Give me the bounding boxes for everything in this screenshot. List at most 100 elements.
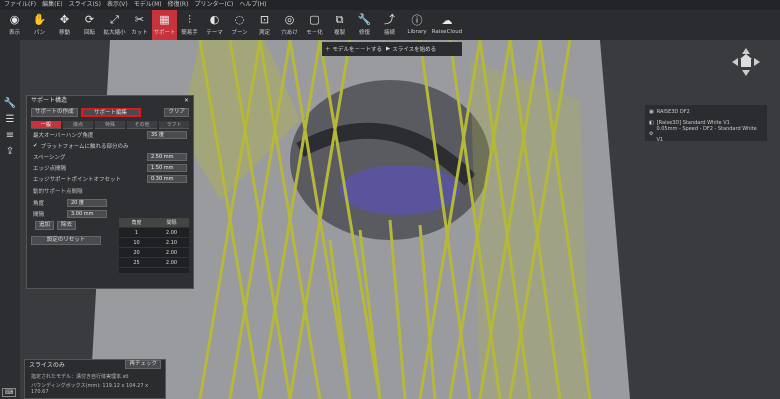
printer-row[interactable]: ▣ RAISE3D DF2 xyxy=(649,107,763,118)
toolbar-measure-button[interactable]: ⊡ 測定 xyxy=(252,10,277,40)
boom-icon: ◌ xyxy=(234,13,245,26)
menu-item[interactable]: プリンター(C) xyxy=(194,0,233,10)
clear-button[interactable]: クリア xyxy=(164,108,189,117)
toolbar-copy-button[interactable]: ⧉ 複製 xyxy=(327,10,352,40)
create-support-button[interactable]: サポートの作成 xyxy=(31,108,78,117)
tab-0[interactable]: 一般 xyxy=(31,121,61,129)
menu-item[interactable]: ファイル(F) xyxy=(4,0,36,10)
toolbar-rotate-button[interactable]: ⟳ 回転 xyxy=(77,10,102,40)
add-model-button[interactable]: ＋モデルを－－トする xyxy=(325,45,382,53)
toolbar-label: ブーン xyxy=(231,30,248,36)
hole-icon: ◎ xyxy=(284,13,295,26)
toolbar-repair-button[interactable]: 🔧 修復 xyxy=(352,10,377,40)
spacing-input[interactable]: 2.50 mm xyxy=(147,152,187,161)
support-panel: サポート構造 ✕ サポートの作成 サポート編集 クリア 一般 接点 特殊 その他 ラフト … xyxy=(26,95,194,289)
angle-field: 角度 20 度 xyxy=(27,197,113,208)
toolbar-cloud-button[interactable]: ☁ RaiseCloud xyxy=(431,10,463,40)
view-navigator[interactable] xyxy=(730,46,762,78)
toolbar-link-button[interactable]: ⤴ 接続 xyxy=(377,10,402,40)
start-slice-button[interactable]: ▶ スライスを始める xyxy=(386,45,436,53)
table-row[interactable]: 10 2.10 xyxy=(119,238,189,248)
toolbar-hand-button[interactable]: ✋ パン xyxy=(27,10,52,40)
menu-item[interactable]: モデル(M) xyxy=(134,0,162,10)
menu-item[interactable]: ヘルプ(H) xyxy=(239,0,266,10)
nav-right-icon xyxy=(754,58,760,66)
toolbar-move-button[interactable]: ✥ 移動 xyxy=(52,10,77,40)
table-row[interactable]: 25 2.00 xyxy=(119,258,189,268)
tab-2[interactable]: 特殊 xyxy=(95,121,125,129)
toolbar-support-button[interactable]: ▦ サポート xyxy=(152,10,177,40)
list-icon[interactable]: ☰ xyxy=(0,111,20,127)
toolbar-library-button[interactable]: ⓘ Library xyxy=(402,10,432,40)
toolbar-eye-button[interactable]: ◉ 表示 xyxy=(2,10,27,40)
plus-icon: ＋ xyxy=(325,47,331,53)
rotate-icon: ⟳ xyxy=(84,13,95,26)
tab-4[interactable]: ラフト xyxy=(159,121,189,129)
menu-item[interactable]: 修復(R) xyxy=(168,0,189,10)
toolbar-scale-button[interactable]: ⤢ 拡大縮小 xyxy=(102,10,127,40)
table-row[interactable]: 20 2.00 xyxy=(119,248,189,258)
printer-icon: ▣ xyxy=(649,109,654,115)
adjust-icon: ⫶ xyxy=(188,13,191,26)
tab-3[interactable]: その他 xyxy=(127,121,157,129)
tab-1[interactable]: 接点 xyxy=(63,121,93,129)
theme-icon: ◐ xyxy=(209,13,220,26)
toolbar-model-button[interactable]: ▢ モ－化 xyxy=(302,10,327,40)
toolbar-hole-button[interactable]: ◎ 穴あけ xyxy=(277,10,302,40)
keyboard-icon[interactable]: ⌨ xyxy=(2,388,16,397)
menu-item[interactable]: 表示(V) xyxy=(107,0,128,10)
toolbar-label: Library xyxy=(407,29,427,35)
toolbar-label: カット xyxy=(131,30,148,36)
reset-settings-button[interactable]: 設定のリセット xyxy=(31,236,101,245)
nav-down-icon xyxy=(742,70,750,76)
toolbar-label: RaiseCloud xyxy=(431,29,463,35)
toolbar-label: 接続 xyxy=(383,30,395,36)
table-row[interactable]: 1 2.00 xyxy=(119,228,189,238)
left-sidebar: 🔧 ☰ ≡ ⇪ xyxy=(0,40,20,399)
play-icon: ▶ xyxy=(386,46,391,52)
toolbar-label: モ－化 xyxy=(306,30,323,36)
panel-title: サポート構造 ✕ xyxy=(31,96,189,106)
overhang-input[interactable]: 35 度 xyxy=(147,130,187,139)
menu-item[interactable]: スライス(S) xyxy=(69,0,101,10)
toolbar-boom-button[interactable]: ◌ ブーン xyxy=(227,10,252,40)
close-icon[interactable]: ✕ xyxy=(184,96,189,106)
toolbar-label: パン xyxy=(33,30,46,36)
nav-up-icon xyxy=(742,48,750,54)
export-icon[interactable]: ⇪ xyxy=(0,143,20,159)
angle-input[interactable]: 20 度 xyxy=(67,198,107,207)
model-icon: ▢ xyxy=(309,13,320,26)
recheck-button[interactable]: 再チェック xyxy=(125,360,161,369)
interval-input[interactable]: 3.00 mm xyxy=(67,209,107,218)
scale-icon: ⤢ xyxy=(110,13,119,26)
library-icon: ⓘ xyxy=(411,14,423,27)
wrench-icon[interactable]: 🔧 xyxy=(0,95,20,111)
profile-row[interactable]: ⚙ 0.05mm - Speed - DF2 - Standard White V… xyxy=(649,126,763,143)
edge-input[interactable]: 1.50 mm xyxy=(147,163,187,172)
table-cell: 2.10 xyxy=(154,238,189,248)
toolbar-label: サポート xyxy=(153,30,176,36)
menu-item[interactable]: 編集(E) xyxy=(42,0,62,10)
toolbar-label: テーマ xyxy=(206,30,223,36)
offset-input[interactable]: 0.30 mm xyxy=(147,174,187,183)
toolbar-label: 修復 xyxy=(358,30,370,36)
settings-list-icon[interactable]: ≡ xyxy=(0,127,20,143)
overhang-field: 最大オーバーハング角度 35 度 xyxy=(27,129,193,140)
material-icon: ◧ xyxy=(649,120,654,126)
toolbar-cut-button[interactable]: ✂ カット xyxy=(127,10,152,40)
table-header-cell: 角度 xyxy=(119,218,154,228)
toolbar-label: 測定 xyxy=(258,30,270,36)
hand-icon: ✋ xyxy=(32,13,47,26)
eye-icon: ◉ xyxy=(9,13,20,26)
support-icon: ▦ xyxy=(159,13,170,26)
menu-bar: ファイル(F) 編集(E) スライス(S) 表示(V) モデル(M) 修復(R) プリンター… xyxy=(0,0,780,10)
edit-support-button[interactable]: サポート編集 xyxy=(80,108,141,117)
remove-button[interactable]: 除去 xyxy=(57,221,77,230)
toolbar-adjust-button[interactable]: ⫶ 簡易手 xyxy=(177,10,202,40)
platform-only-checkbox[interactable]: ✔ プラットフォームに触れる部分のみ xyxy=(27,140,193,151)
start-slice-label: スライスを始める xyxy=(392,47,437,53)
toolbar-label: 移動 xyxy=(58,30,70,36)
add-button[interactable]: 追加 xyxy=(35,221,55,230)
spacing-field: スペーシング 2.50 mm xyxy=(27,151,193,162)
toolbar-theme-button[interactable]: ◐ テーマ xyxy=(202,10,227,40)
